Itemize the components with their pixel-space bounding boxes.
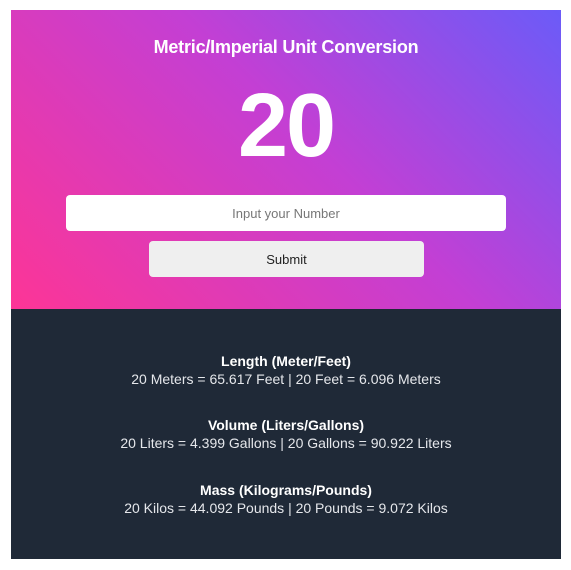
length-result-section: Length (Meter/Feet) 20 Meters = 65.617 F… <box>11 352 561 388</box>
submit-button[interactable]: Submit <box>149 241 424 277</box>
mass-result-title: Mass (Kilograms/Pounds) <box>200 482 372 498</box>
volume-result-section: Volume (Liters/Gallons) 20 Liters = 4.39… <box>11 416 561 452</box>
mass-result-section: Mass (Kilograms/Pounds) 20 Kilos = 44.09… <box>11 481 561 517</box>
page-title: Metric/Imperial Unit Conversion <box>153 37 419 57</box>
mass-result-text: 20 Kilos = 44.092 Pounds | 20 Pounds = 9… <box>124 500 448 516</box>
converter-header-panel: Metric/Imperial Unit Conversion 20 Submi… <box>11 10 561 309</box>
volume-result-text: 20 Liters = 4.399 Gallons | 20 Gallons =… <box>120 435 452 451</box>
volume-result-title: Volume (Liters/Gallons) <box>207 417 365 433</box>
length-result-title: Length (Meter/Feet) <box>221 353 351 369</box>
length-result-text: 20 Meters = 65.617 Feet | 20 Feet = 6.09… <box>131 371 441 387</box>
current-value-display: 20 <box>237 76 336 176</box>
number-input[interactable] <box>66 195 506 231</box>
results-panel: Length (Meter/Feet) 20 Meters = 65.617 F… <box>11 309 561 559</box>
converter-card: Metric/Imperial Unit Conversion 20 Submi… <box>11 10 561 559</box>
